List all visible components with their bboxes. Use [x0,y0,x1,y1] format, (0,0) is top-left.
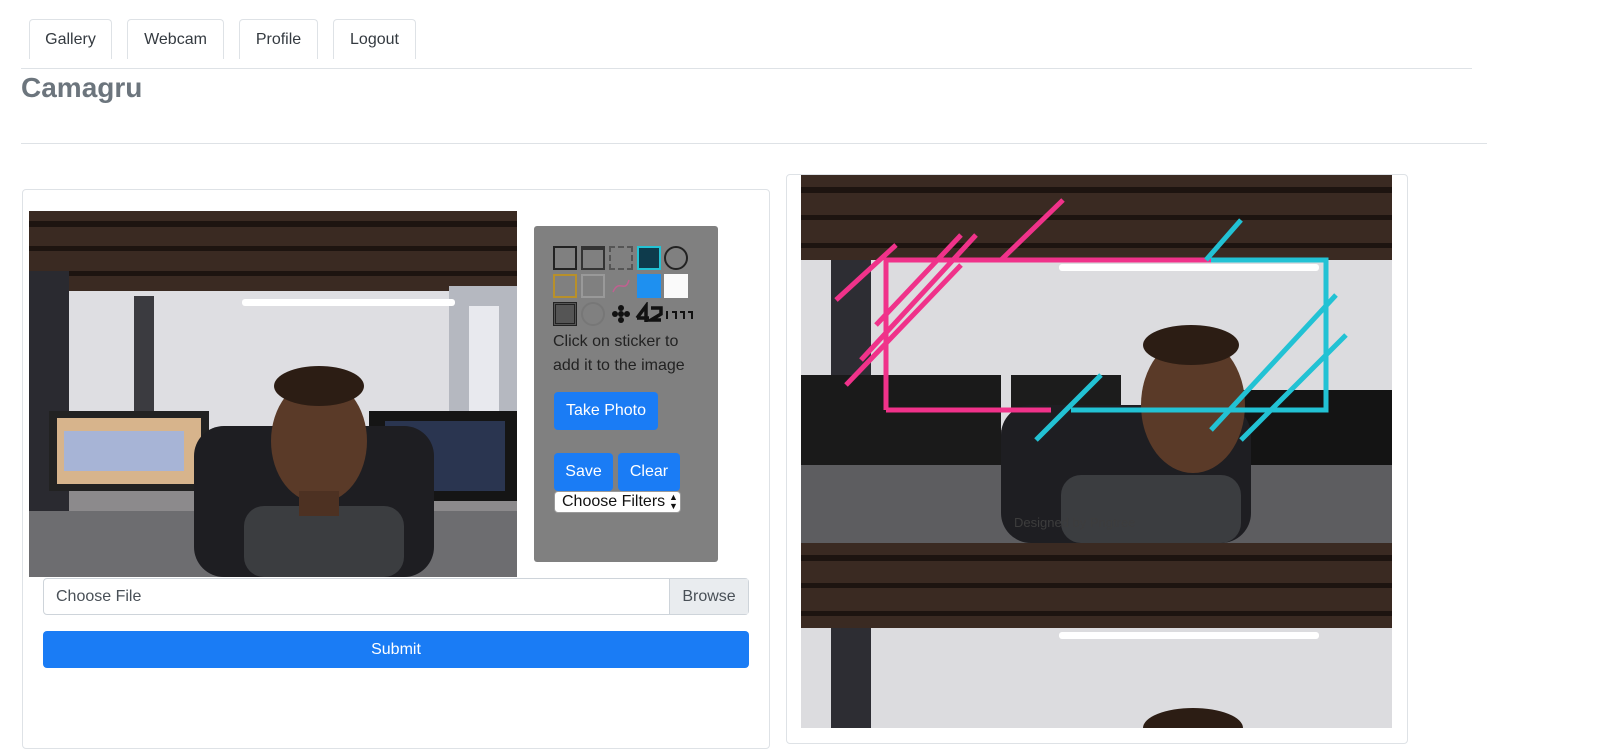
tab-profile[interactable]: Profile [239,19,318,59]
select-arrows-icon: ▲ ▼ [669,492,678,511]
tab-webcam[interactable]: Webcam [127,19,224,59]
file-input-label: Choose File [56,588,142,605]
watermark-text: Designed by Pngtree [1014,515,1135,530]
page-title: Camagru [21,72,143,103]
leet-sticker[interactable] [664,302,694,326]
tab-logout[interactable]: Logout [333,19,416,59]
frame-sticker[interactable] [581,274,605,298]
sticker-grid [553,244,693,330]
frame-sticker[interactable] [581,246,605,270]
nav-tabs: Gallery Webcam Profile Logout [0,0,1599,70]
nav-divider [21,68,1472,69]
frame-sticker[interactable] [553,246,577,270]
saved-photo[interactable] [801,543,1392,728]
frame-sticker[interactable] [553,302,577,326]
divider [21,143,1487,144]
note-sticker[interactable] [664,274,688,298]
filter-select-value: Choose Filters [562,493,666,510]
webcam-preview [29,211,517,577]
frame-sticker[interactable] [553,274,577,298]
browse-button[interactable]: Browse [669,579,748,614]
flower-sticker[interactable] [609,302,633,326]
file-input[interactable]: Choose File Browse [43,578,749,615]
filter-select[interactable]: Choose Filters ▲ ▼ [554,491,681,513]
frame-sticker[interactable] [609,246,633,270]
sticker-hint: Click on sticker to add it to the image [553,333,685,374]
submit-button[interactable]: Submit [43,631,749,668]
speech-bubble-sticker[interactable] [664,246,688,270]
save-button[interactable]: Save [554,453,613,491]
clear-button[interactable]: Clear [618,453,680,491]
card-sticker[interactable] [637,246,661,270]
take-photo-button[interactable]: Take Photo [554,392,658,430]
swirl-sticker[interactable] [609,274,633,298]
wreath-sticker[interactable] [581,302,605,326]
tab-gallery[interactable]: Gallery [29,19,112,59]
logo-42-sticker[interactable] [635,300,663,326]
saved-photo[interactable]: Designed by Pngtree [801,175,1392,543]
app-card-sticker[interactable] [637,274,661,298]
